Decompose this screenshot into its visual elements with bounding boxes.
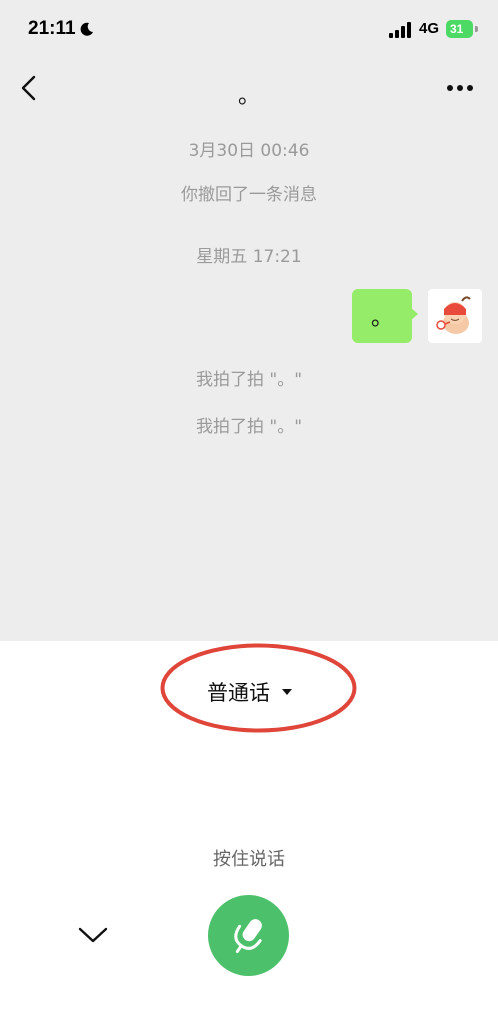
chevron-down-icon[interactable] — [76, 922, 110, 948]
recall-notice[interactable]: 你撤回了一条消息 — [0, 180, 498, 205]
avatar[interactable] — [428, 289, 482, 343]
bubble-tail — [410, 307, 418, 321]
chat-area: 21:11 4G 31 。 3月30日 00:46 你撤回了一条消息 星期五 1… — [0, 0, 498, 641]
hold-to-talk-label: 按住说话 — [213, 849, 285, 870]
battery-icon: 31 — [446, 20, 479, 38]
timestamp: 星期五 17:21 — [196, 247, 302, 267]
chat-title: 。 — [237, 84, 260, 109]
timestamp: 3月30日 00:46 — [188, 141, 310, 161]
message-text: 。 — [370, 306, 393, 331]
cartoon-avatar-icon — [436, 296, 471, 334]
network-type: 4G — [419, 20, 440, 37]
pat-notice: 我拍了拍 "。" — [195, 417, 303, 437]
status-time: 21:11 — [28, 18, 76, 39]
hold-to-talk-button[interactable] — [208, 895, 289, 976]
pat-notice: 我拍了拍 "。" — [195, 370, 303, 390]
microphone-icon — [234, 919, 262, 953]
status-bar: 21:11 4G 31 — [0, 0, 498, 58]
battery-level: 31 — [446, 20, 473, 38]
moon-icon — [80, 22, 93, 36]
signal-icon — [389, 22, 411, 38]
sent-message-bubble[interactable]: 。 — [352, 289, 412, 343]
battery-tip — [475, 26, 478, 32]
more-dots-icon[interactable] — [443, 76, 477, 100]
annotation-ellipse — [160, 643, 357, 733]
